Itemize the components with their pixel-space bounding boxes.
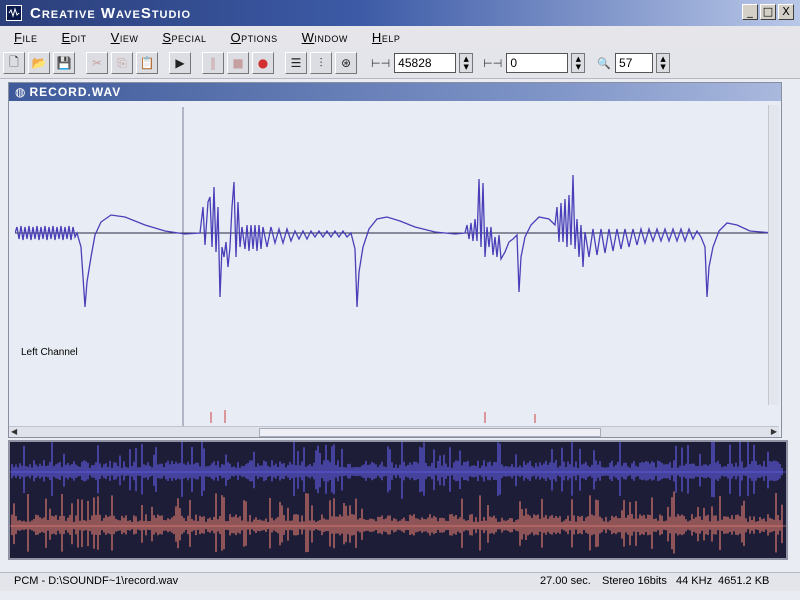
zoom-icon: 🔍 bbox=[597, 56, 612, 70]
list-button[interactable]: ☰ bbox=[285, 52, 307, 74]
save-icon: 💾 bbox=[56, 56, 72, 70]
settings-button[interactable]: ⊛ bbox=[335, 52, 357, 74]
wavestudio-app-icon bbox=[6, 5, 22, 21]
status-size: 4651.2 KB bbox=[718, 575, 770, 587]
start-position-field[interactable]: 45828 bbox=[394, 53, 457, 73]
menu-view[interactable]: View bbox=[111, 30, 139, 45]
menu-window[interactable]: Window bbox=[302, 30, 348, 45]
settings-icon: ⊛ bbox=[340, 56, 352, 70]
overview-left-channel bbox=[11, 438, 783, 499]
overview-right-channel bbox=[11, 491, 783, 554]
record-button[interactable]: ● bbox=[252, 52, 274, 74]
status-format: Stereo 16bits bbox=[602, 575, 667, 587]
menu-special[interactable]: Special bbox=[162, 30, 206, 45]
scroll-left-icon[interactable]: ◀ bbox=[11, 427, 17, 436]
status-duration: 27.00 sec. bbox=[540, 575, 591, 587]
document-title-bar: ◍ RECORD.WAV bbox=[9, 83, 781, 101]
zoom-spinner[interactable]: ▲ ▼ bbox=[656, 53, 671, 73]
status-rate: 44 KHz bbox=[676, 575, 713, 587]
waveform-trace bbox=[15, 174, 773, 308]
toolbar: 🗋 📂 💾 ✂ ⎘ 📋 ▶ ‖ ■ ● ☰ ⫶ ⊛ ⊢⊣ 45828 ▲ ▼ ⊢⊣… bbox=[0, 48, 800, 79]
stop-icon: ■ bbox=[232, 56, 244, 70]
record-icon: ● bbox=[257, 56, 269, 70]
minimize-button[interactable]: _ bbox=[742, 4, 758, 20]
waveform-view[interactable] bbox=[15, 107, 773, 427]
overview-waveforms bbox=[10, 438, 786, 554]
stop-button[interactable]: ■ bbox=[227, 52, 249, 74]
menu-file[interactable]: File bbox=[14, 30, 37, 45]
scroll-right-icon[interactable]: ▶ bbox=[771, 427, 777, 436]
menu-help[interactable]: Help bbox=[372, 30, 400, 45]
paste-icon: 📋 bbox=[139, 56, 155, 70]
mixer-button[interactable]: ⫶ bbox=[310, 52, 332, 74]
copy-icon: ⎘ bbox=[117, 55, 127, 70]
horizontal-scrollbar[interactable]: ◀ ▶ bbox=[9, 426, 779, 437]
menu-edit[interactable]: Edit bbox=[61, 30, 86, 45]
open-file-button[interactable]: 📂 bbox=[28, 52, 50, 74]
play-button[interactable]: ▶ bbox=[169, 52, 191, 74]
play-icon: ▶ bbox=[175, 56, 185, 70]
zoom-field[interactable]: 57 bbox=[615, 53, 654, 73]
list-icon: ☰ bbox=[290, 56, 302, 70]
save-button[interactable]: 💾 bbox=[53, 52, 75, 74]
maximize-button[interactable]: □ bbox=[760, 4, 776, 20]
horizontal-scroll-thumb[interactable] bbox=[259, 428, 601, 437]
vertical-scrollbar[interactable] bbox=[768, 105, 779, 405]
open-folder-icon: 📂 bbox=[31, 56, 47, 70]
start-position-spinner[interactable]: ▲ ▼ bbox=[459, 53, 474, 73]
menu-options[interactable]: Options bbox=[231, 30, 278, 45]
overview-panel[interactable] bbox=[8, 438, 788, 560]
menu-bar: File Edit View Special Options Window He… bbox=[0, 26, 800, 48]
selection-length-field[interactable]: 0 bbox=[506, 53, 569, 73]
mixer-icon: ⫶ bbox=[319, 55, 323, 70]
pause-icon: ‖ bbox=[210, 56, 216, 70]
close-button[interactable]: X bbox=[778, 4, 794, 20]
status-file: PCM - D:\SOUNDF~1\record.wav bbox=[14, 575, 179, 587]
cut-button[interactable]: ✂ bbox=[86, 52, 108, 74]
new-file-icon: 🗋 bbox=[9, 54, 19, 69]
record-document-window: ◍ RECORD.WAV Left Channel ◀ ▶ bbox=[8, 82, 782, 438]
paste-button[interactable]: 📋 bbox=[136, 52, 158, 74]
selection-length-icon: ⊢⊣ bbox=[483, 56, 503, 70]
start-position-icon: ⊢⊣ bbox=[371, 56, 391, 70]
selection-length-spinner[interactable]: ▲ ▼ bbox=[571, 53, 586, 73]
channel-label: Left Channel bbox=[21, 347, 78, 358]
document-title: RECORD.WAV bbox=[29, 85, 122, 99]
status-bar: PCM - D:\SOUNDF~1\record.wav 27.00 sec. … bbox=[0, 572, 800, 591]
new-file-button[interactable]: 🗋 bbox=[3, 52, 25, 74]
copy-button[interactable]: ⎘ bbox=[111, 52, 133, 74]
pause-button[interactable]: ‖ bbox=[202, 52, 224, 74]
wave-doc-icon: ◍ bbox=[15, 85, 26, 99]
title-bar: Creative WaveStudio _ □ X bbox=[0, 0, 800, 26]
cut-icon: ✂ bbox=[91, 56, 103, 70]
app-title: Creative WaveStudio bbox=[30, 4, 192, 22]
